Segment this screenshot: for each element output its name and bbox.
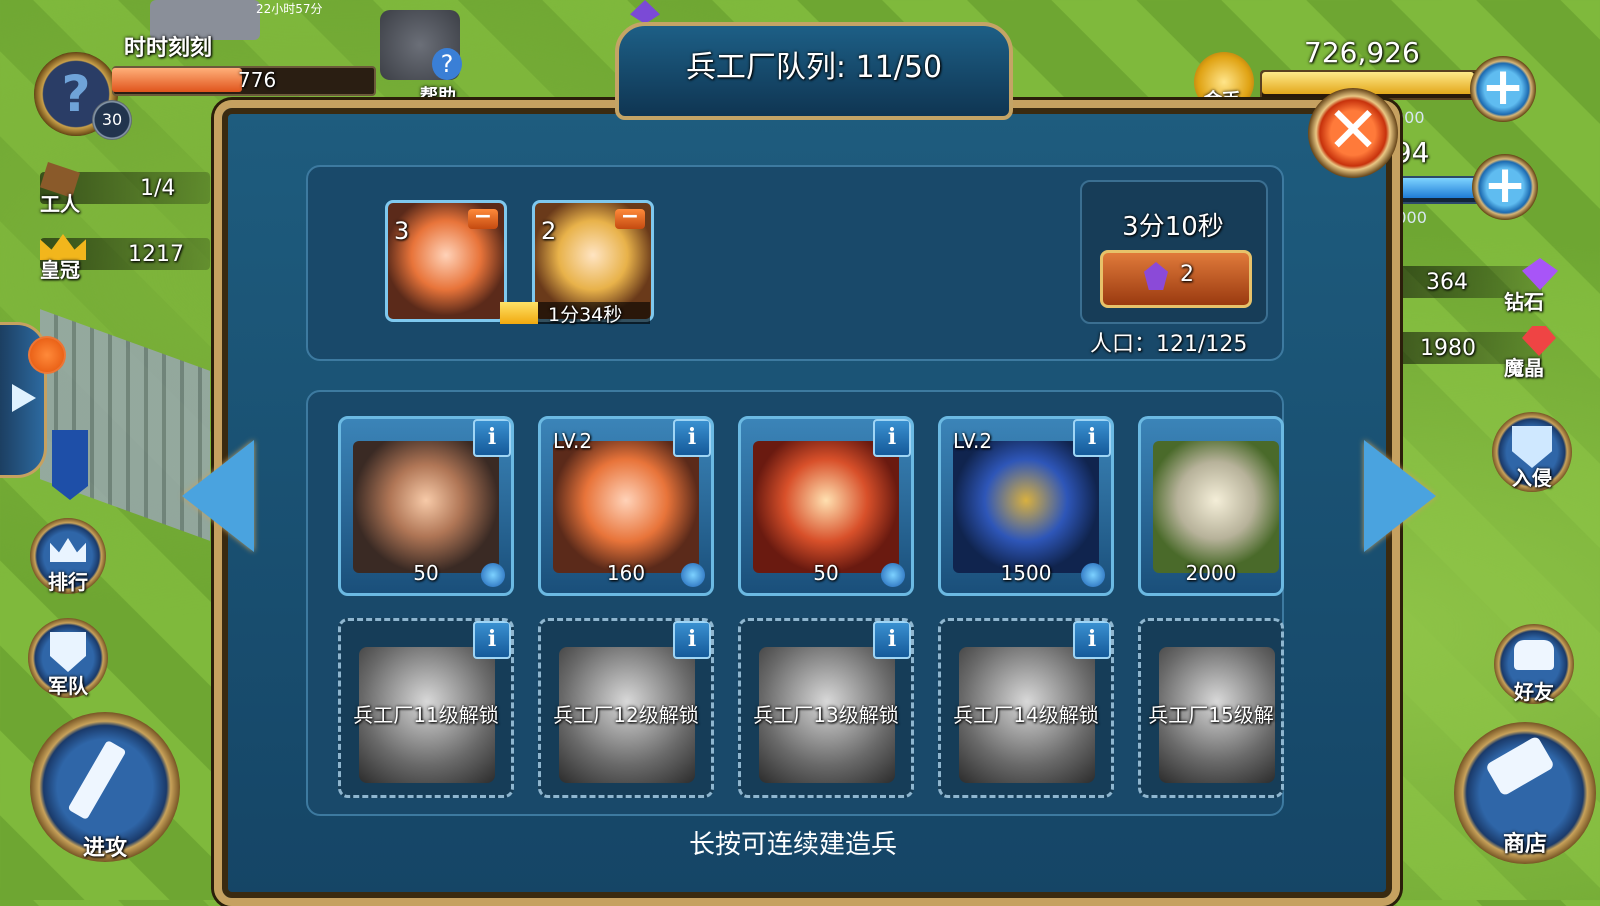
training-progress-fill bbox=[500, 302, 538, 324]
map-help-icon[interactable]: ? bbox=[432, 48, 462, 80]
crystal-label: 魔晶 bbox=[1504, 356, 1544, 380]
unlock-requirement: 兵工厂11级解锁 bbox=[353, 703, 499, 727]
locked-unit-card[interactable]: 兵工厂15级解 bbox=[1138, 618, 1284, 798]
notification-dot bbox=[28, 336, 66, 374]
unit-level: LV.2 bbox=[553, 429, 593, 453]
map-flag-banner bbox=[52, 430, 88, 500]
unit-portrait bbox=[553, 441, 699, 573]
add-elixir-button[interactable]: + bbox=[1472, 154, 1538, 220]
crown-label: 皇冠 bbox=[40, 258, 80, 282]
unlock-requirement: 兵工厂15级解 bbox=[1148, 703, 1274, 727]
crystal-value: 1980 bbox=[1420, 336, 1476, 361]
worker-value: 1/4 bbox=[140, 176, 176, 201]
queue-count: 2 bbox=[541, 217, 557, 245]
diamond-value: 364 bbox=[1426, 270, 1468, 295]
next-page-arrow[interactable] bbox=[1364, 440, 1436, 552]
handshake-icon bbox=[1514, 640, 1554, 670]
locked-unit-card[interactable]: 兵工厂14级解锁 i bbox=[938, 618, 1114, 798]
xp-bar-fill bbox=[112, 68, 242, 92]
speedup-time: 3分10秒 bbox=[1122, 212, 1224, 242]
unlock-requirement: 兵工厂12级解锁 bbox=[553, 703, 699, 727]
prev-page-arrow[interactable] bbox=[182, 440, 254, 552]
unlock-requirement: 兵工厂13级解锁 bbox=[753, 703, 899, 727]
elixir-potion-icon bbox=[1081, 563, 1105, 587]
unit-portrait bbox=[753, 441, 899, 573]
elixir-potion-icon bbox=[681, 563, 705, 587]
unit-level: LV.2 bbox=[953, 429, 993, 453]
unit-card[interactable]: LV.2 160 i bbox=[538, 416, 714, 596]
unit-info-button[interactable]: i bbox=[673, 621, 711, 659]
unit-info-button[interactable]: i bbox=[473, 621, 511, 659]
side-drawer-arrow-icon bbox=[12, 384, 36, 412]
queue-item[interactable]: 3 − bbox=[385, 200, 507, 322]
unit-card[interactable]: LV.2 1500 i bbox=[938, 416, 1114, 596]
player-level-badge: 30 bbox=[92, 100, 132, 140]
hold-to-train-hint: 长按可连续建造兵 bbox=[688, 830, 897, 860]
unit-info-button[interactable]: i bbox=[873, 419, 911, 457]
unit-card[interactable]: 50 i bbox=[338, 416, 514, 596]
gold-value: 726,926 bbox=[1304, 36, 1420, 69]
unit-card[interactable]: 2000 bbox=[1138, 416, 1284, 596]
remove-queue-button[interactable]: − bbox=[615, 206, 645, 229]
map-timer-text: 22小时57分 bbox=[256, 2, 323, 16]
unit-portrait bbox=[1153, 441, 1279, 573]
unit-info-button[interactable]: i bbox=[473, 419, 511, 457]
invade-label: 入侵 bbox=[1512, 466, 1552, 490]
population-count: 人口：121/125 bbox=[1090, 332, 1248, 357]
close-icon: ✕ bbox=[1326, 94, 1380, 168]
elixir-potion-icon bbox=[881, 563, 905, 587]
speedup-button[interactable] bbox=[1100, 250, 1252, 308]
map-purple-crystal bbox=[630, 0, 660, 24]
diamond-label: 钻石 bbox=[1504, 290, 1544, 314]
attack-label: 进攻 bbox=[82, 836, 127, 861]
crown-value: 1217 bbox=[128, 242, 184, 267]
unit-portrait bbox=[953, 441, 1099, 573]
dialog-title: 兵工厂队列: 11/50 bbox=[685, 50, 943, 85]
army-label: 军队 bbox=[48, 674, 88, 698]
unit-info-button[interactable]: i bbox=[673, 419, 711, 457]
remove-queue-button[interactable]: − bbox=[468, 206, 498, 229]
shop-label: 商店 bbox=[1502, 832, 1547, 857]
speedup-gem-cost: 2 bbox=[1180, 262, 1194, 287]
unit-card[interactable]: 50 i bbox=[738, 416, 914, 596]
close-button[interactable]: ✕ bbox=[1308, 88, 1398, 178]
locked-unit-card[interactable]: 兵工厂12级解锁 i bbox=[538, 618, 714, 798]
worker-label: 工人 bbox=[40, 192, 80, 216]
unit-info-button[interactable]: i bbox=[873, 621, 911, 659]
unit-info-button[interactable]: i bbox=[1073, 419, 1111, 457]
training-time-remaining: 1分34秒 bbox=[548, 304, 623, 326]
locked-unit-card[interactable]: 兵工厂13级解锁 i bbox=[738, 618, 914, 798]
unlock-requirement: 兵工厂14级解锁 bbox=[953, 703, 1099, 727]
xp-value: 776 bbox=[238, 68, 277, 92]
elixir-potion-icon bbox=[481, 563, 505, 587]
ranking-label: 排行 bbox=[48, 570, 88, 594]
friends-label: 好友 bbox=[1514, 680, 1554, 704]
locked-unit-card[interactable]: 兵工厂11级解锁 i bbox=[338, 618, 514, 798]
player-name: 时时刻刻 bbox=[124, 36, 213, 61]
add-gold-button[interactable]: + bbox=[1470, 56, 1536, 122]
unit-cost: 2000 bbox=[1185, 561, 1237, 585]
unit-portrait bbox=[353, 441, 499, 573]
unit-info-button[interactable]: i bbox=[1073, 621, 1111, 659]
queue-count: 3 bbox=[394, 217, 410, 245]
